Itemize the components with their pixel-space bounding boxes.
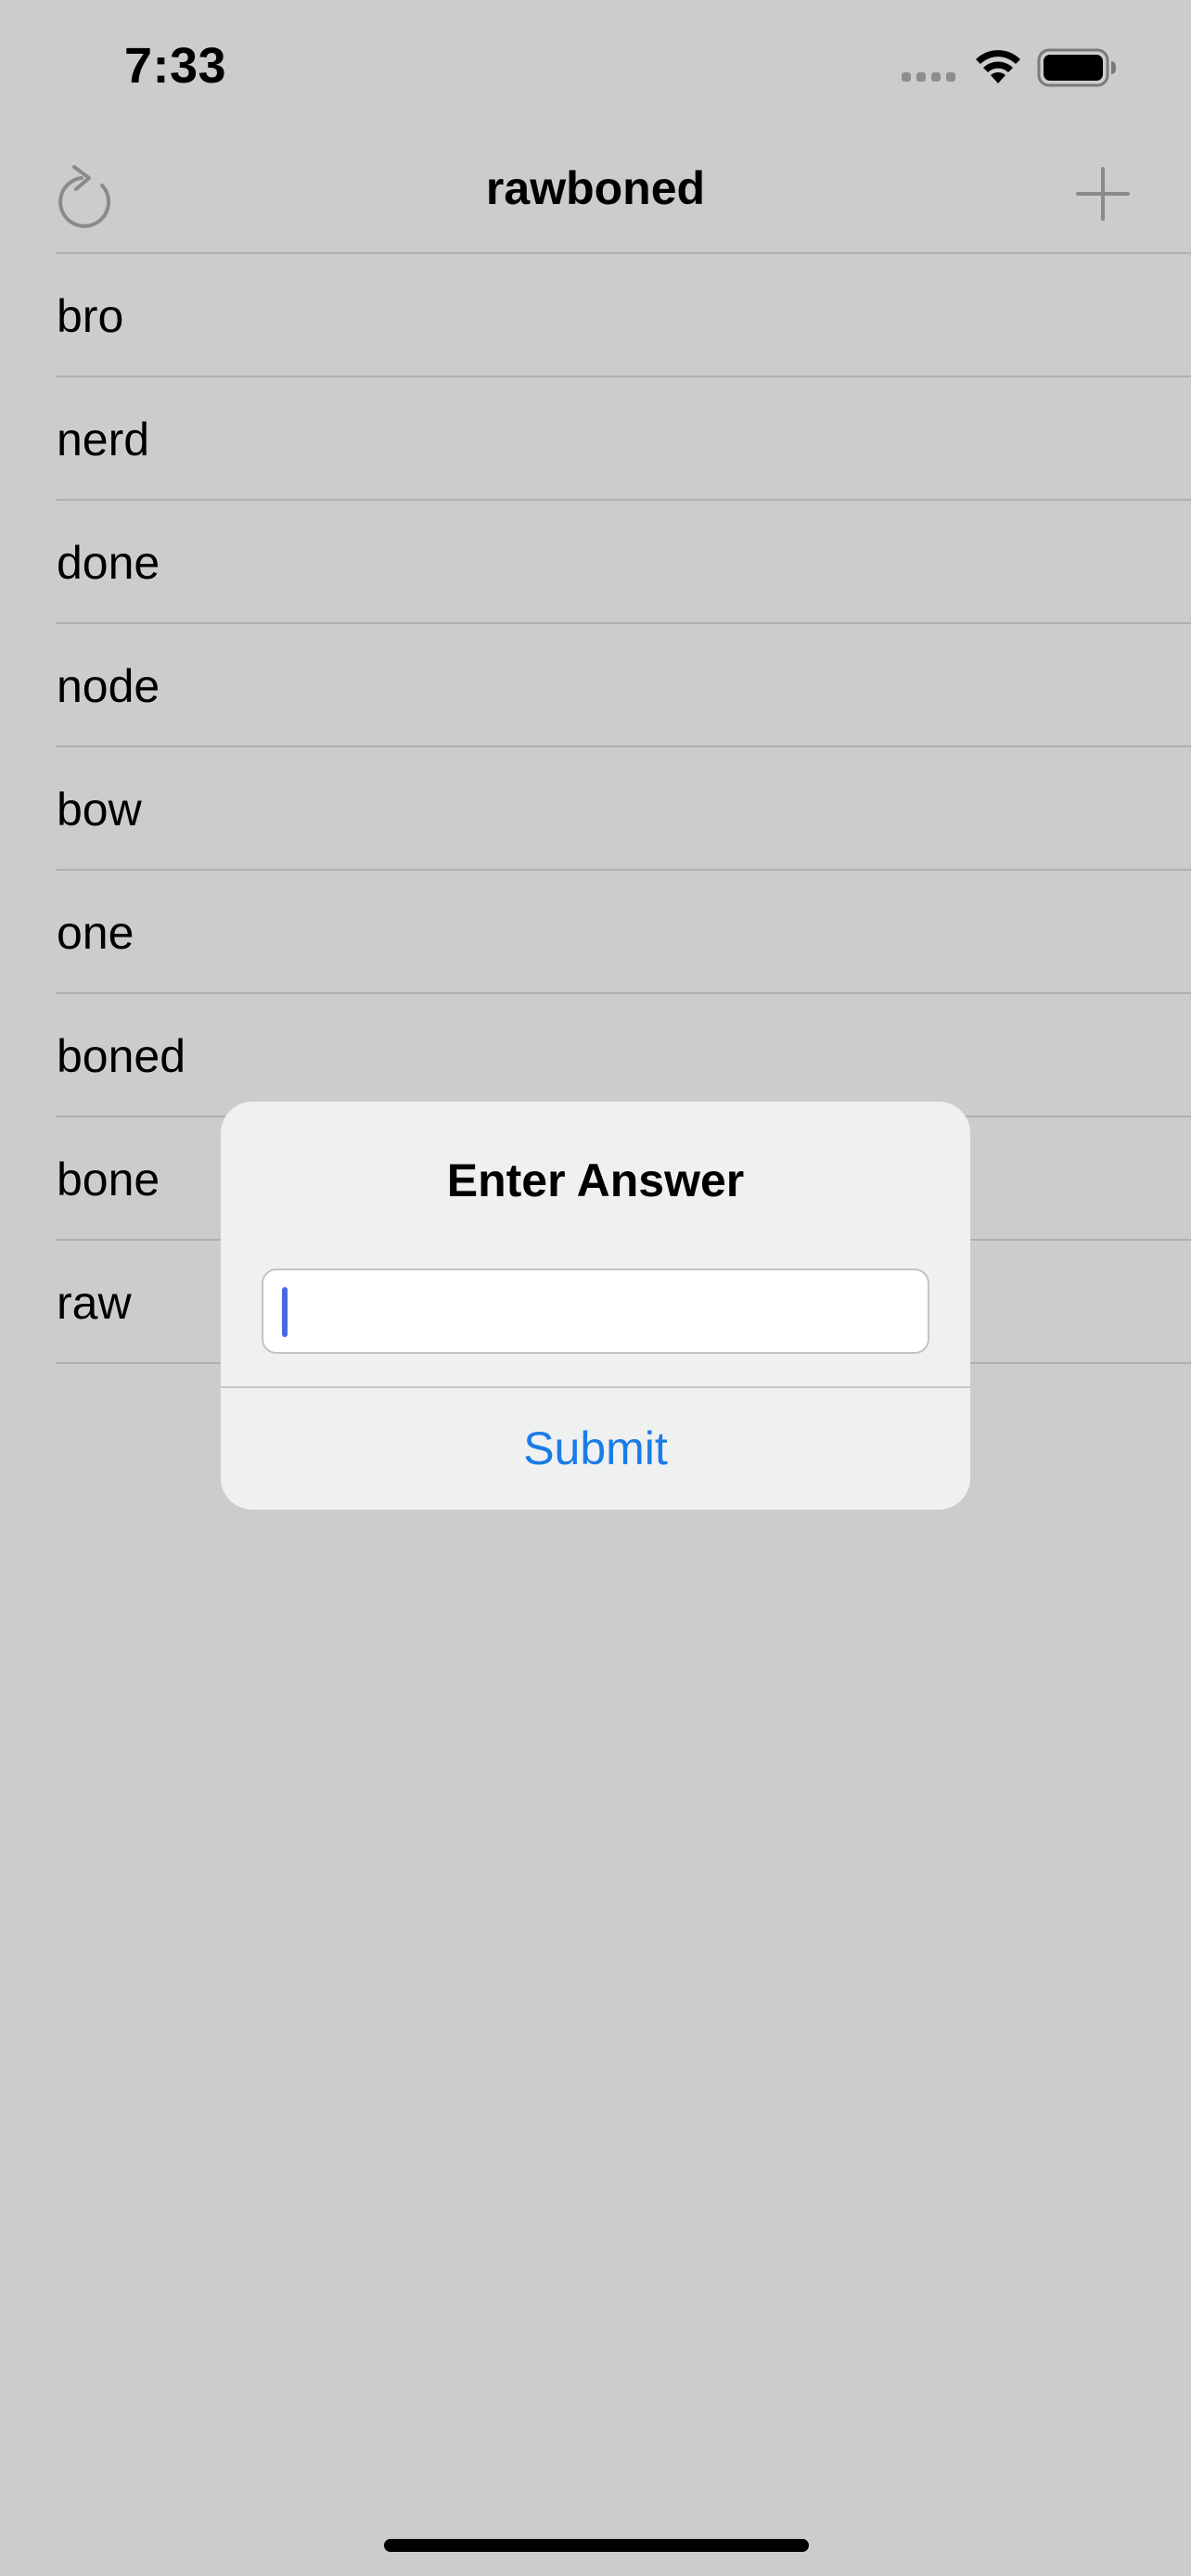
list-item[interactable]: node	[0, 624, 1191, 747]
text-caret	[282, 1287, 288, 1337]
list-item[interactable]: nerd	[0, 377, 1191, 501]
list-item[interactable]: boned	[0, 994, 1191, 1117]
list-item[interactable]: bro	[0, 254, 1191, 377]
answer-input[interactable]	[262, 1269, 929, 1354]
screen: 7:33 rawboned bro nerd done node bow one…	[0, 0, 1191, 2576]
list-item-label: bone	[57, 1154, 160, 1205]
list-item-label: bow	[57, 784, 142, 835]
list-item-label: one	[57, 907, 134, 959]
answer-alert-dialog: Enter Answer Submit	[221, 1102, 970, 1510]
plus-icon[interactable]	[1074, 165, 1132, 223]
list-item-label: boned	[57, 1030, 186, 1082]
page-title: rawboned	[485, 162, 706, 214]
list-item-label: bro	[57, 290, 124, 342]
list-item-label: node	[57, 660, 160, 712]
list-item[interactable]: done	[0, 501, 1191, 624]
list-item[interactable]: bow	[0, 747, 1191, 871]
list-item[interactable]: one	[0, 871, 1191, 994]
wifi-icon	[976, 50, 1020, 83]
battery-icon	[1037, 48, 1116, 87]
status-bar: 7:33	[0, 0, 1191, 139]
cellular-signal-icon	[902, 72, 955, 82]
alert-title: Enter Answer	[446, 1154, 745, 1206]
status-time: 7:33	[124, 38, 227, 94]
home-indicator[interactable]	[384, 2539, 809, 2552]
submit-button[interactable]: Submit	[221, 1388, 970, 1510]
navigation-bar: rawboned	[0, 139, 1191, 254]
list-item-label: done	[57, 537, 160, 589]
list-item-label: raw	[57, 1277, 132, 1329]
list-item-label: nerd	[57, 414, 150, 465]
